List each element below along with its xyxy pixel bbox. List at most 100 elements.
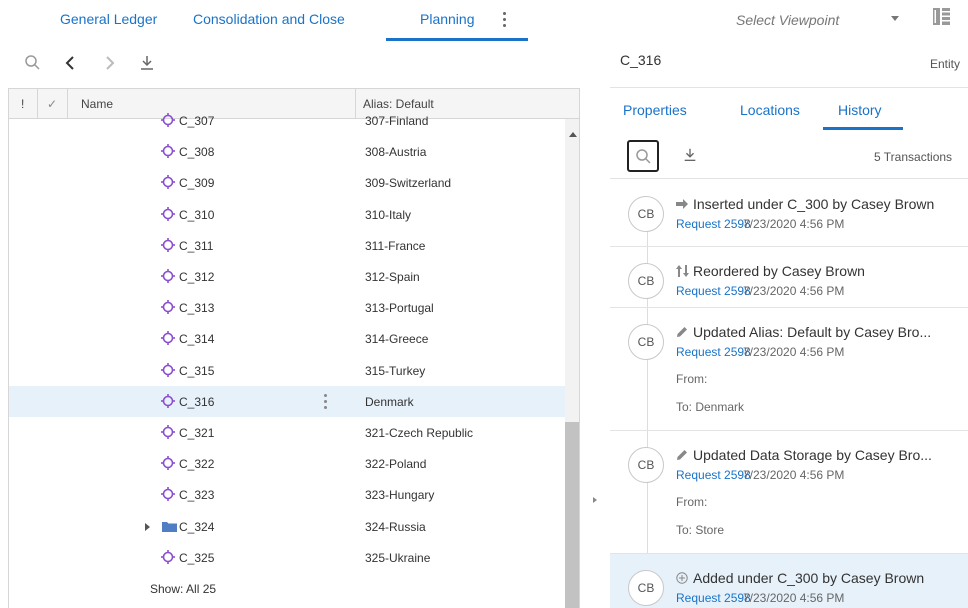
member-name: C_309 [179, 176, 215, 191]
history-entry-date: 7/23/2020 4:56 PM [743, 217, 845, 231]
table-row[interactable]: C_313 313-Portugal [9, 292, 565, 323]
member-alias: 309-Switzerland [365, 176, 452, 191]
download-icon[interactable] [682, 147, 698, 163]
divider [610, 307, 968, 308]
member-alias: 321-Czech Republic [365, 426, 474, 440]
member-alias: 324-Russia [365, 519, 426, 534]
show-all-link[interactable]: Show: All 25 [150, 582, 216, 596]
table-row[interactable]: C_312 312-Spain [9, 261, 565, 292]
search-icon[interactable] [24, 54, 42, 72]
tab-planning[interactable]: Planning [420, 11, 475, 27]
history-entry-text: Inserted under C_300 by Casey Brown [693, 196, 935, 212]
member-icon [161, 487, 175, 502]
viewpoint-selector[interactable]: Select Viewpoint [736, 12, 839, 28]
history-entry-title: Added under C_300 by Casey Brown [676, 570, 924, 586]
more-options-icon[interactable] [503, 12, 507, 28]
divider [610, 87, 968, 88]
table-row[interactable]: C_310 310-Italy [9, 199, 565, 230]
member-alias: 325-Ukraine [365, 550, 431, 565]
history-entry-text: Reordered by Casey Brown [693, 263, 865, 279]
table-row[interactable]: C_324 324-Russia [9, 511, 565, 542]
tab-history[interactable]: History [838, 102, 882, 118]
table-row[interactable]: C_314 314-Greece [9, 323, 565, 354]
member-name: C_311 [179, 238, 214, 253]
tab-general-ledger[interactable]: General Ledger [60, 11, 157, 27]
table-row[interactable]: C_323 323-Hungary [9, 479, 565, 510]
member-alias: 314-Greece [365, 332, 429, 347]
add-circle-icon [676, 570, 693, 586]
row-actions-icon[interactable] [324, 393, 328, 412]
avatar: CB [628, 324, 664, 360]
member-icon [161, 456, 175, 471]
top-tabs: General Ledger Consolidation and Close P… [0, 0, 600, 44]
table-row[interactable]: C_321 321-Czech Republic [9, 417, 565, 448]
collapse-panel-icon[interactable] [593, 497, 597, 503]
avatar: CB [628, 196, 664, 232]
table-row[interactable]: C_315 315-Turkey [9, 355, 565, 386]
tab-properties[interactable]: Properties [623, 102, 687, 118]
table-row[interactable]: C_309 309-Switzerland [9, 167, 565, 198]
layout-icon[interactable] [933, 8, 950, 25]
member-icon [161, 549, 175, 564]
chevron-right-icon[interactable] [100, 54, 118, 72]
member-name: C_310 [179, 207, 215, 222]
request-link[interactable]: Request 2598 [676, 345, 751, 359]
expand-icon[interactable] [145, 522, 150, 531]
request-link[interactable]: Request 2598 [676, 217, 751, 231]
divider [610, 246, 968, 247]
tab-locations[interactable]: Locations [740, 102, 800, 118]
history-entry-text: Updated Alias: Default by Casey Bro... [693, 324, 932, 340]
divider [610, 430, 968, 431]
history-search-button[interactable] [627, 140, 659, 172]
member-alias: 313-Portugal [365, 301, 434, 316]
member-alias: 311-France [365, 238, 426, 253]
history-entry-date: 7/23/2020 4:56 PM [743, 345, 845, 359]
history-entry-from: From: [676, 495, 708, 509]
member-name: C_312 [179, 270, 215, 284]
history-entry-title: Inserted under C_300 by Casey Brown [676, 196, 934, 212]
history-entry-date: 7/23/2020 4:56 PM [743, 468, 845, 482]
member-icon [161, 425, 175, 439]
chevron-left-icon[interactable] [62, 54, 80, 72]
member-alias: 322-Poland [365, 457, 427, 472]
scrollbar-thumb[interactable] [565, 422, 579, 608]
avatar: CB [628, 570, 664, 606]
download-icon[interactable] [138, 54, 156, 72]
panel-type: Entity [930, 57, 961, 71]
request-link[interactable]: Request 2598 [676, 468, 751, 482]
chevron-down-icon[interactable] [891, 16, 899, 21]
table-row[interactable]: C_322 322-Poland [9, 448, 565, 479]
arrow-right-icon [676, 196, 693, 212]
history-entry-title: Updated Data Storage by Casey Bro... [676, 447, 932, 463]
active-tab-indicator [823, 127, 903, 130]
request-link[interactable]: Request 2598 [676, 284, 751, 298]
history-entry-to: To: Store [676, 523, 725, 537]
table-row[interactable]: C_311 311-France [9, 230, 565, 261]
member-icon [161, 237, 175, 252]
tab-consolidation-and-close[interactable]: Consolidation and Close [193, 11, 345, 27]
request-link[interactable]: Request 2598 [676, 591, 751, 605]
grid-toolbar [0, 44, 590, 86]
history-entry-title: Reordered by Casey Brown [676, 263, 865, 279]
member-alias: 310-Italy [365, 207, 412, 222]
folder-icon [162, 521, 177, 532]
member-icon [161, 362, 175, 377]
scroll-up-icon[interactable] [569, 132, 577, 137]
history-entry-title: Updated Alias: Default by Casey Bro... [676, 324, 931, 340]
member-name: C_307 [179, 114, 215, 128]
member-alias: 315-Turkey [365, 363, 426, 378]
reorder-icon [676, 263, 693, 279]
member-alias: 307-Finland [365, 114, 429, 128]
table-row[interactable]: C_325 325-Ukraine [9, 542, 565, 573]
table-row[interactable]: C_308 308-Austria [9, 136, 565, 167]
history-entry-date: 7/23/2020 4:56 PM [743, 284, 845, 298]
member-name: C_321 [179, 426, 215, 440]
table-row[interactable]: C_307 307-Finland [9, 105, 565, 136]
member-icon [161, 300, 175, 315]
history-entry-from: From: [676, 372, 708, 386]
table-row[interactable]: C_316 Denmark [9, 385, 565, 417]
member-icon [161, 393, 175, 408]
member-icon [161, 175, 175, 190]
member-name: C_324 [179, 519, 215, 534]
avatar: CB [628, 447, 664, 483]
